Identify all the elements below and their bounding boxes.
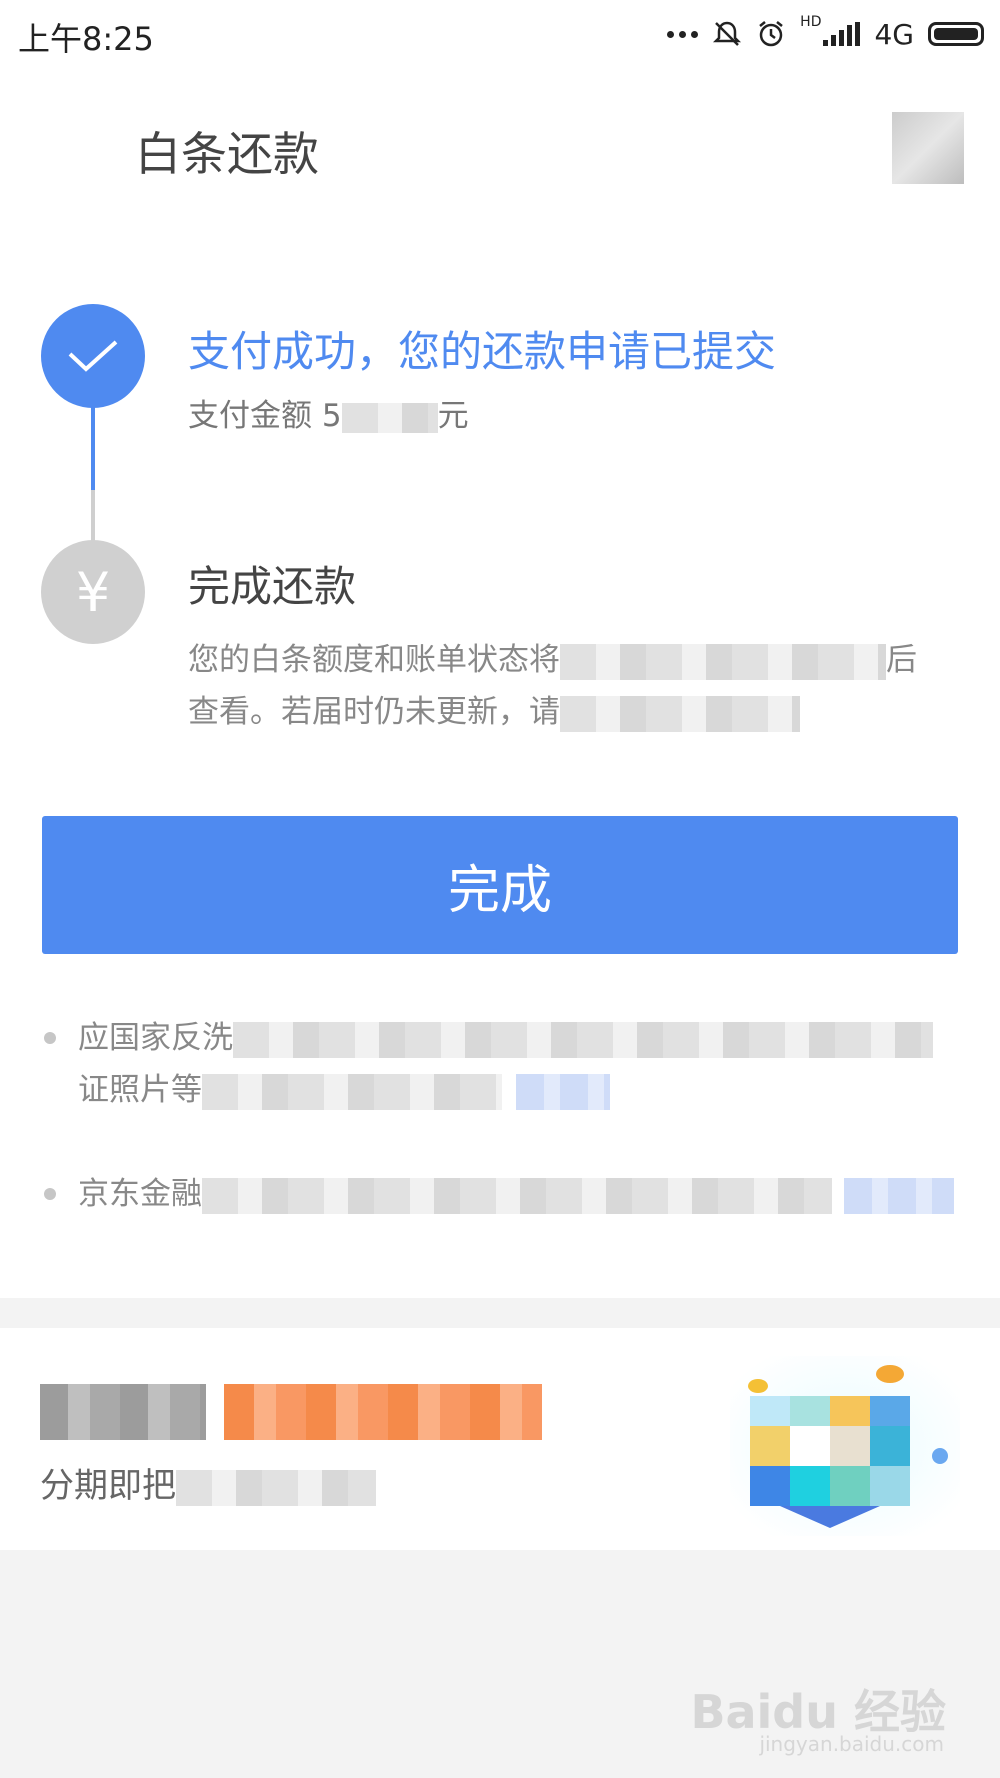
mute-icon — [713, 21, 742, 46]
section-separator — [0, 1298, 1000, 1328]
header: 白条还款 — [0, 70, 1000, 220]
notice-line1: 应国家反洗 — [78, 1020, 233, 1056]
promo-title — [40, 1384, 542, 1440]
network-type: 4G — [874, 17, 914, 51]
page-title: 白条还款 — [135, 127, 319, 181]
repayment-desc-part1: 您的白条额度和账单状态将 — [188, 642, 560, 678]
signal-icon — [823, 22, 861, 46]
notice-text: 应国家反洗 证照片等 — [78, 1012, 958, 1116]
notice-line1: 京东金融 — [78, 1176, 202, 1212]
status-bar: 上午8:25 HD 4G — [0, 0, 1000, 70]
hd-label: HD — [800, 14, 822, 30]
payment-amount-unit: 元 — [437, 398, 469, 434]
alarm-icon — [759, 21, 783, 47]
promo-banner[interactable]: 分期即把 — [0, 1328, 1000, 1550]
done-button[interactable]: 完成 — [42, 816, 958, 954]
check-icon — [68, 340, 118, 372]
payment-success-title: 支付成功，您的还款申请已提交 — [188, 327, 777, 376]
battery-icon — [928, 22, 984, 46]
timeline-line-completed — [91, 402, 95, 490]
repayment-complete-title: 完成还款 — [188, 562, 357, 611]
step-complete-circle: ¥ — [41, 540, 145, 644]
notice-link[interactable] — [516, 1073, 610, 1110]
bullet-icon — [44, 1032, 56, 1044]
timeline-line-pending — [91, 490, 95, 542]
notice-line2: 证照片等 — [78, 1072, 202, 1108]
yuan-icon: ¥ — [75, 560, 111, 624]
redacted-text — [233, 1021, 933, 1058]
dots-icon — [667, 30, 699, 38]
redacted-text — [176, 1469, 376, 1506]
redacted-promo-highlight — [224, 1384, 542, 1440]
redacted-text — [202, 1177, 832, 1214]
status-icons: HD 4G — [667, 14, 984, 54]
redacted-text — [202, 1073, 502, 1110]
redacted-amount — [341, 402, 438, 433]
payment-amount: 支付金额 5 元 — [188, 390, 469, 435]
bullet-icon — [44, 1188, 56, 1200]
promo-gift-illustration — [730, 1356, 960, 1536]
redacted-promo-title — [40, 1384, 206, 1440]
promo-subtitle: 分期即把 — [40, 1458, 376, 1507]
payment-amount-value: 5 — [321, 398, 342, 434]
watermark-url: jingyan.baidu.com — [759, 1732, 944, 1756]
repayment-description: 您的白条额度和账单状态将 后 查看。若届时仍未更新，请 — [188, 634, 958, 738]
notice-link[interactable] — [844, 1177, 954, 1214]
promo-subtitle-text: 分期即把 — [40, 1466, 176, 1506]
repayment-desc-part3: 查看。若届时仍未更新，请 — [188, 694, 560, 730]
repayment-desc-part2: 后 — [886, 642, 917, 678]
avatar[interactable] — [892, 112, 964, 184]
notice-text: 京东金融 — [78, 1168, 958, 1220]
redacted-text — [560, 695, 800, 732]
step-success-circle — [41, 304, 145, 408]
redacted-text — [560, 643, 886, 680]
status-time: 上午8:25 — [18, 20, 154, 58]
payment-amount-label: 支付金额 — [188, 398, 312, 434]
